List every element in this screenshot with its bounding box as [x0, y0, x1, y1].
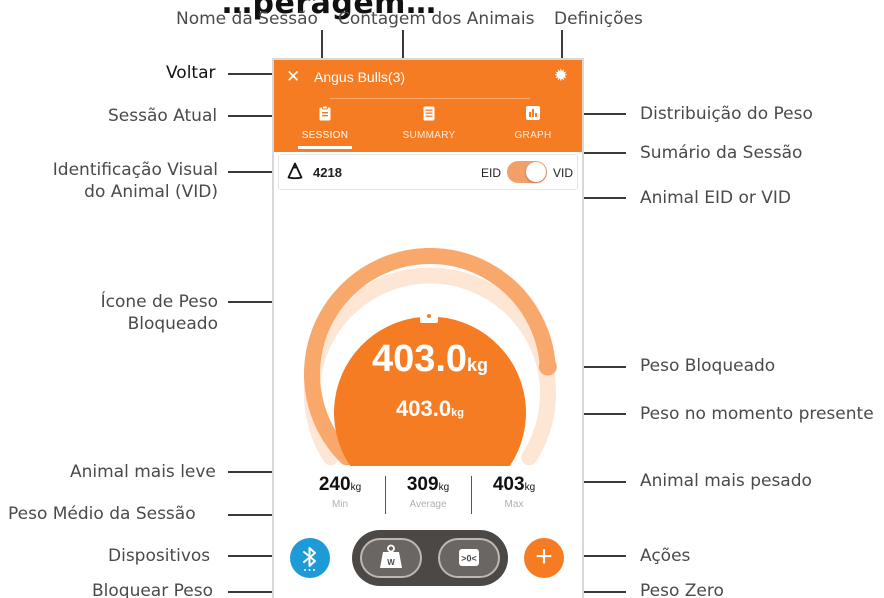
label-actions: Ações: [640, 546, 691, 566]
app-screen: ✕ Angus Bulls(3) ✹ SESSION SUMMARY GRAPH: [272, 58, 584, 598]
stat-max-value: 403: [492, 474, 525, 495]
stat-max-unit: kg: [524, 482, 536, 493]
ear-tag-icon: [287, 162, 303, 180]
locked-weight-unit: kg: [467, 355, 489, 375]
scale-weight-icon: W: [380, 544, 402, 568]
tab-summary-label: SUMMARY: [402, 130, 456, 141]
stat-average-caption: Average: [409, 499, 447, 510]
current-weight-display: 403.0kg: [274, 396, 582, 422]
stat-max: 403kg Max: [471, 474, 557, 510]
zero-icon: >0<: [459, 549, 479, 566]
vid-label: VID: [553, 166, 574, 180]
label-lock-weight: Bloquear Peso: [92, 581, 213, 598]
stat-average-unit: kg: [438, 482, 450, 493]
session-header: ✕ Angus Bulls(3) ✹ SESSION SUMMARY GRAPH: [274, 60, 582, 152]
label-settings: Definições: [554, 9, 643, 29]
stat-min-unit: kg: [350, 482, 362, 493]
label-weight-distribution: Distribuição do Peso: [640, 104, 813, 124]
active-tab-indicator: [298, 146, 352, 149]
label-current-session: Sessão Atual: [108, 106, 218, 126]
scale-weight-letter: W: [387, 558, 395, 567]
stat-min: 240kg Min: [297, 474, 383, 510]
vid-value[interactable]: 4218: [313, 165, 342, 180]
locked-weight-value: 403.0: [371, 338, 468, 380]
session-title: Angus Bulls(3): [314, 69, 406, 85]
label-devices: Dispositivos: [108, 546, 211, 566]
label-animal-count: Contagem dos Animais: [338, 9, 535, 29]
stat-max-caption: Max: [504, 499, 524, 510]
label-current-weight: Peso no momento presente: [640, 404, 874, 424]
label-visual-id: Identificação Visual do Animal (VID): [48, 159, 218, 203]
label-session-average: Peso Médio da Sessão: [8, 504, 196, 524]
tab-session-label: SESSION: [301, 130, 349, 141]
tab-summary[interactable]: SUMMARY: [384, 106, 474, 141]
label-locked-icon-line1: Ícone de Peso: [100, 292, 218, 312]
stat-min-value: 240: [318, 474, 351, 495]
label-locked-weight: Peso Bloqueado: [640, 356, 776, 376]
current-weight-value: 403.0: [396, 396, 452, 421]
label-locked-weight-icon: Ícone de Peso Bloqueado: [48, 291, 218, 335]
bar-chart-icon: [488, 106, 578, 126]
label-locked-icon-line2: Bloqueado: [127, 314, 218, 334]
label-back: Voltar: [166, 63, 216, 83]
lock-icon: [420, 298, 438, 323]
clipboard-icon: [280, 105, 370, 126]
tab-session[interactable]: SESSION: [280, 105, 370, 141]
eid-label: EID: [481, 166, 502, 180]
label-heaviest-animal: Animal mais pesado: [640, 471, 812, 491]
bluetooth-icon: [303, 547, 316, 571]
toggle-knob: [526, 162, 546, 182]
document-icon: [384, 106, 474, 126]
locked-weight-display: 403.0kg: [274, 338, 582, 381]
label-animal-eid-vid: Animal EID or VID: [640, 188, 792, 208]
tab-graph[interactable]: GRAPH: [488, 106, 578, 141]
label-session-summary: Sumário da Sessão: [640, 143, 803, 163]
close-icon[interactable]: ✕: [286, 67, 300, 87]
stat-average: 309kg Average: [385, 474, 471, 510]
label-session-name: Nome da Sessão: [176, 9, 318, 29]
label-visual-id-line2: do Animal (VID): [84, 182, 218, 202]
gear-icon[interactable]: ✹: [554, 66, 568, 86]
bluetooth-devices-button[interactable]: [290, 538, 330, 578]
stat-min-caption: Min: [331, 499, 349, 510]
header-divider: [330, 98, 530, 99]
add-actions-button[interactable]: +: [524, 538, 564, 578]
stat-average-value: 309: [406, 474, 439, 495]
zero-weight-button[interactable]: >0<: [438, 538, 500, 578]
zero-label: >0<: [461, 554, 477, 564]
label-lightest-animal: Animal mais leve: [70, 462, 216, 482]
eid-vid-toggle[interactable]: [507, 161, 547, 183]
label-visual-id-line1: Identificação Visual: [52, 160, 218, 180]
plus-icon: +: [535, 540, 553, 573]
current-weight-unit: kg: [451, 407, 464, 419]
weigh-controls: W >0<: [352, 530, 508, 586]
label-zero-weight: Peso Zero: [640, 581, 724, 598]
animal-id-row: 4218 EID VID: [278, 154, 578, 190]
lock-weight-button[interactable]: W: [360, 538, 422, 578]
tab-graph-label: GRAPH: [514, 130, 552, 141]
